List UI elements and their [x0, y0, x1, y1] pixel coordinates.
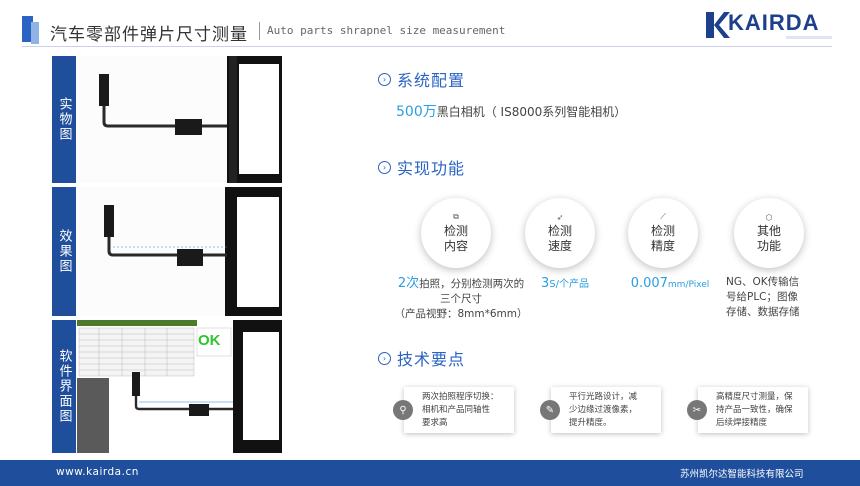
desc-text: 号给PLC；图像 [726, 291, 799, 303]
tech-text: 提升精度。 [569, 417, 612, 428]
function-circle-content: ⧉ 检测 内容 [421, 198, 491, 268]
label-physical: 实物图 [52, 56, 76, 183]
function-circle-speed: ➶ 检测 速度 [525, 198, 595, 268]
page-subtitle: Auto parts shrapnel size measurement [267, 24, 506, 37]
section-config: › 系统配置 [378, 67, 465, 91]
title-divider [22, 46, 832, 47]
footer-website: www.kairda.cn [56, 466, 139, 478]
tech-point-3: ✂ 高精度尺寸测量，保 持产品一致性，确保 后续焊接精度 [687, 387, 808, 433]
function-label: 其他 [756, 223, 781, 238]
wrench-icon: ✂ [687, 400, 707, 420]
function-label: 检测 [443, 224, 468, 238]
arrow-circle-icon: › [378, 160, 391, 174]
photo-software: OK [77, 320, 282, 453]
label-software: 软件界面图 [52, 320, 76, 453]
desc-text: NG、OK传输信 [726, 276, 800, 288]
desc-other: NG、OK传输信 号给PLC；图像 存储、数据存储 [726, 275, 818, 320]
tech-point-1: ⚲ 两次拍照程序切换： 相机和产品同轴性 要求高 [393, 387, 514, 433]
section-function-title: 实现功能 [397, 159, 466, 178]
desc-unit: mm/Pixel [667, 280, 710, 290]
ok-status-badge: OK [198, 332, 221, 349]
tech-text: 平行光路设计，减 [569, 391, 638, 402]
desc-highlight: 2次 [397, 276, 420, 291]
edit-icon: ✎ [540, 400, 560, 420]
desc-highlight: 0.007 [630, 276, 668, 291]
tech-text: 要求高 [422, 417, 448, 428]
tech-text: 两次拍照程序切换： [422, 391, 499, 402]
header-accent-light [31, 22, 39, 44]
arrow-circle-icon: › [378, 72, 391, 86]
section-config-title: 系统配置 [397, 71, 466, 90]
tech-text: 相机和产品同轴性 [422, 404, 491, 415]
logo-underline [786, 36, 832, 39]
tech-point-2: ✎ 平行光路设计，减 少边缘过渡像素， 提升精度。 [540, 387, 661, 433]
function-label: 精度 [650, 239, 675, 253]
title-separator [259, 22, 260, 40]
section-tech: › 技术要点 [378, 346, 465, 370]
camera-megapixel: 500万 [396, 104, 437, 120]
desc-content: 2次拍照，分别检测两次的 三个尺寸 （产品视野：8mm*6mm） [386, 276, 536, 322]
function-circle-precision: ⟋ 检测 精度 [628, 198, 698, 268]
function-label: 检测 [650, 224, 675, 238]
function-label: 检测 [547, 223, 572, 238]
copy-icon: ⧉ [453, 212, 459, 221]
section-function: › 实现功能 [378, 155, 465, 179]
tech-text: 少边缘过渡像素， [569, 404, 638, 415]
desc-speed: 3S/个产品 [527, 276, 603, 292]
search-icon: ⚲ [393, 400, 413, 420]
function-label: 功能 [756, 238, 781, 253]
ruler-icon: ⟋ [660, 212, 666, 221]
desc-precision: 0.007mm/Pixel [620, 276, 720, 293]
cube-icon: ⬡ [765, 212, 773, 222]
tech-text: 持产品一致性，确保 [716, 404, 793, 415]
function-label: 内容 [443, 239, 468, 253]
desc-text: 拍照，分别检测两次的 [419, 278, 525, 290]
section-tech-title: 技术要点 [397, 350, 466, 369]
rocket-icon: ➶ [556, 212, 564, 222]
function-circle-other: ⬡ 其他 功能 [734, 198, 804, 268]
desc-text: 三个尺寸 [440, 293, 482, 305]
function-label: 速度 [547, 238, 572, 253]
arrow-circle-icon: › [378, 351, 391, 365]
desc-text: 存储、数据存储 [726, 306, 800, 318]
photo-physical [77, 56, 282, 183]
page-title: 汽车零部件弹片尺寸测量 [50, 25, 248, 45]
tech-text: 高精度尺寸测量，保 [716, 391, 793, 402]
desc-text: （产品视野：8mm*6mm） [394, 308, 528, 320]
footer-company: 苏州凯尔达智能科技有限公司 [680, 469, 804, 480]
logo-text: KAIRDA [728, 10, 820, 35]
label-effect: 效果图 [52, 187, 76, 316]
desc-unit: S/个产品 [549, 279, 589, 290]
camera-model: 黑白相机（ IS8000系列智能相机） [436, 105, 627, 119]
config-description: 500万黑白相机（ IS8000系列智能相机） [396, 101, 626, 121]
photo-effect [77, 187, 282, 316]
slide: 汽车零部件弹片尺寸测量 Auto parts shrapnel size mea… [0, 0, 860, 486]
tech-text: 后续焊接精度 [716, 417, 768, 428]
